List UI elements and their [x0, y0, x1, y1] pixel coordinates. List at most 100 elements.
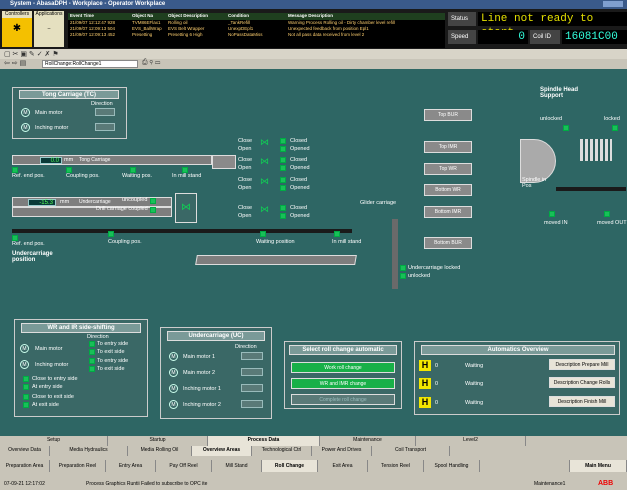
tab-pay-off-reel[interactable]: Pay Off Reel [156, 460, 212, 472]
applications-button[interactable]: Applications – [34, 11, 64, 47]
valve-icon[interactable]: ⋈ [260, 204, 269, 215]
wr-ir-panel: WR and IR side-shifting Direction M Main… [14, 319, 148, 417]
spindle-title: Spindle Head Support [540, 87, 579, 99]
tab-roll-change[interactable]: Roll Change [262, 460, 318, 472]
description-finish-mill-button[interactable]: Description Finish Mill [549, 396, 615, 407]
speed-value: 0 [478, 30, 528, 44]
to-exit-label: To exit side [97, 349, 125, 355]
alarm-col-header: Object Description [168, 13, 209, 18]
tong-position-value: 0.0 [40, 157, 62, 164]
main-menu-button[interactable]: Main Menu [570, 460, 627, 472]
tab-process-data[interactable]: Process Data [208, 436, 320, 446]
tab-coil-transport[interactable]: Coil Transport [372, 446, 450, 456]
motor-icon: M [21, 123, 30, 132]
opened-label: Opened [290, 213, 310, 219]
drill-coupled-label: Drill carriage coupled [96, 206, 148, 212]
hand-mode-button[interactable]: H [419, 378, 431, 389]
close-exit-indicator [23, 394, 29, 400]
roll-bottom-imr: Bottom IMR [424, 206, 472, 218]
tab-maintenance[interactable]: Maintenance [320, 436, 416, 446]
tab-row-3: Preparation Area Preparation Reel Entry … [0, 456, 627, 478]
alarm-list[interactable]: Event Time Object Na Object Description … [68, 13, 445, 48]
tab-row-2: Overview Data Media Hydraulics Media Rol… [0, 446, 627, 456]
panel-title: Tong Carriage (TC) [19, 90, 119, 99]
print-icon[interactable]: ⎙ ⚲ ▭ [142, 59, 160, 67]
alarm-col-header: Message Description [288, 13, 334, 18]
closed-label: Closed [290, 177, 308, 183]
wr-imr-change-button[interactable]: WR and IMR change [291, 378, 395, 389]
description-prepare-mill-button[interactable]: Description Prepare Mill [549, 359, 615, 370]
description-change-rolls-button[interactable]: Description Change Rolls [549, 377, 615, 388]
alarm-cell: Presetting [132, 32, 153, 37]
opened-indicator [280, 185, 286, 191]
spindle-rail [556, 187, 626, 191]
display-dropdown[interactable]: RollChange:RollChange1 [42, 60, 138, 68]
close-label: Close [238, 205, 253, 211]
tab-setup[interactable]: Setup [0, 436, 108, 446]
hand-mode-button[interactable]: H [419, 360, 431, 371]
tab-tension-reel[interactable]: Tension Reel [368, 460, 424, 472]
direction-indicator [95, 108, 115, 116]
tab-preparation-area[interactable]: Preparation Area [0, 460, 50, 472]
locked-indicator [400, 265, 406, 271]
tab-row-1: Setup Startup Process Data Maintenance L… [0, 436, 627, 446]
unlocked-indicator [400, 273, 406, 279]
opened-indicator [280, 165, 286, 171]
tab-entry-area[interactable]: Entry Area [106, 460, 156, 472]
at-exit-indicator [23, 402, 29, 408]
hand-mode-button[interactable]: H [419, 397, 431, 408]
automatics-overview-panel: Automatics Overview H 0 Waiting Descript… [414, 341, 620, 415]
status-time: 07-09-21 12:17:02 [4, 481, 45, 487]
alarm-row[interactable]: 21/09/07 12:09:13 452 Presetting Presettin… [68, 32, 445, 38]
locked-label: Undercarriage locked [408, 265, 461, 271]
roll-top-wr: Top WR [424, 163, 472, 175]
undercarriage-label: Undercarriage [79, 199, 111, 205]
valve-icon[interactable]: ⋈ [260, 137, 269, 148]
uncoupled-label: uncoupled [122, 197, 148, 203]
tab-level2[interactable]: Level2 [416, 436, 526, 446]
tab-preparation-reel[interactable]: Preparation Reel [50, 460, 106, 472]
open-label: Open [238, 165, 252, 171]
tab-startup[interactable]: Startup [108, 436, 208, 446]
tab-spool-handling[interactable]: Spool Handling [424, 460, 480, 472]
state-label: Waiting [465, 400, 484, 406]
tab-empty[interactable] [480, 460, 570, 472]
controllers-button[interactable]: Controllers ✱ [2, 11, 32, 47]
alarm-cell: 21/09/07 12:09:13 452 [70, 32, 116, 37]
tab-overview-data[interactable]: Overview Data [0, 446, 50, 456]
tab-mill-stand[interactable]: Mill Stand [212, 460, 262, 472]
tab-technological-ctrl[interactable]: Technological Ctrl [252, 446, 312, 456]
coupling-indicator [108, 231, 114, 237]
user-name: Maintenance1 [534, 481, 566, 487]
tab-media-hydraulics[interactable]: Media Hydraulics [50, 446, 128, 456]
toolbar-icons[interactable]: ▢ ✂ ▣ ✎ ✓ ✗ ⚑ [4, 50, 59, 58]
valve-icon[interactable]: ⋈ [260, 176, 269, 187]
panel-title: Undercarriage (UC) [167, 331, 265, 341]
motor-icon: M [169, 400, 178, 409]
valve-icon[interactable]: ⋈ [260, 156, 269, 167]
panel-title: Automatics Overview [421, 345, 615, 355]
spindle-unlocked-indicator [563, 125, 569, 131]
window-controls[interactable] [603, 1, 623, 7]
work-roll-change-button[interactable]: Work roll change [291, 362, 395, 373]
star-icon: ✱ [12, 23, 22, 34]
closed-label: Closed [290, 205, 308, 211]
rail [12, 229, 352, 233]
back-icon[interactable]: ⇦ ⇨ ▤ [4, 59, 26, 67]
tab-exit-area[interactable]: Exit Area [318, 460, 368, 472]
moved-in-indicator [549, 211, 555, 217]
unit-label: mm [64, 157, 74, 163]
spindle-in-pos-label: Spindle in Pos [522, 177, 547, 189]
close-exit-label: Close to exit side [32, 394, 74, 400]
moved-out-indicator [604, 211, 610, 217]
close-label: Close [238, 138, 253, 144]
tab-power-and-drives[interactable]: Power And Drives [312, 446, 372, 456]
complete-roll-change-button[interactable]: Complete roll change [291, 394, 395, 405]
coupling-unit: ⋈ [175, 193, 197, 223]
direction-indicator [241, 368, 263, 376]
tab-media-rolling-oil[interactable]: Media Rolling Oil [128, 446, 192, 456]
open-label: Open [238, 146, 252, 152]
in-mill-indicator [334, 231, 340, 237]
tab-overview-areas[interactable]: Overview Areas [192, 446, 252, 456]
status-text: Line not ready to start [478, 12, 627, 39]
